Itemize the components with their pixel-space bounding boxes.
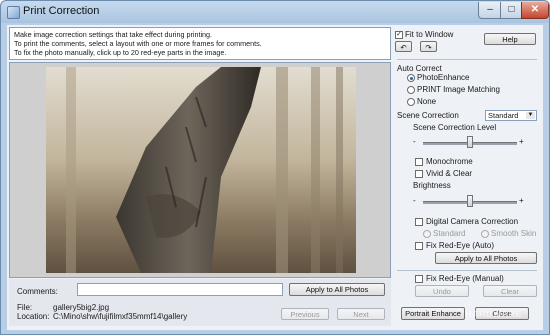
- minimize-button[interactable]: –: [478, 2, 502, 19]
- window-title: Print Correction: [23, 5, 100, 17]
- dcc-standard-radio[interactable]: [423, 230, 431, 238]
- slider-minus: -: [413, 196, 416, 205]
- vivid-clear-checkbox[interactable]: [415, 170, 423, 178]
- comments-label: Comments:: [17, 287, 58, 296]
- help-button[interactable]: Help: [484, 33, 536, 45]
- print-image-matching-label: PRINT Image Matching: [417, 85, 500, 94]
- file-label: File:: [17, 303, 33, 312]
- apply-comments-to-all-button[interactable]: Apply to All Photos: [289, 283, 385, 296]
- tree-photo-image: [46, 67, 356, 273]
- portrait-enhance-button[interactable]: Portrait Enhance: [401, 307, 465, 320]
- clear-button[interactable]: Clear: [483, 285, 537, 297]
- scene-level-label: Scene Correction Level: [413, 123, 497, 132]
- digital-camera-correction-checkbox[interactable]: [415, 218, 423, 226]
- rotate-left-icon: ↶: [400, 43, 407, 52]
- fit-to-window-checkbox[interactable]: ✓: [395, 31, 403, 39]
- comments-file-panel: Comments: Apply to All Photos File: gall…: [9, 279, 391, 326]
- scene-level-slider[interactable]: [467, 136, 473, 148]
- app-icon: [7, 6, 20, 19]
- rotate-right-button[interactable]: ↷: [420, 41, 437, 52]
- maximize-button[interactable]: □: [500, 2, 523, 19]
- dialog-body: Make image correction settings that take…: [7, 25, 543, 330]
- dcc-smooth-skin-label: Smooth Skin: [491, 229, 537, 238]
- none-label: None: [417, 97, 437, 106]
- digital-camera-correction-label: Digital Camera Correction: [426, 217, 519, 226]
- undo-button[interactable]: Undo: [415, 285, 469, 297]
- slider-plus: +: [519, 196, 524, 205]
- file-name: gallery5big2.jpg: [53, 303, 110, 312]
- instruction-line: Make image correction settings that take…: [14, 30, 213, 39]
- title-bar[interactable]: Print Correction – □ ✕: [1, 1, 549, 23]
- scene-correction-label: Scene Correction: [397, 111, 459, 120]
- instruction-line: To fix the photo manually, click up to 2…: [14, 48, 227, 58]
- apply-all-photos-button[interactable]: Apply to All Photos: [435, 252, 537, 264]
- brightness-slider[interactable]: [467, 195, 473, 207]
- comments-input[interactable]: [77, 283, 283, 296]
- divider: [397, 59, 537, 60]
- fit-to-window-label: Fit to Window: [405, 30, 454, 39]
- chevron-down-icon: ▼: [526, 112, 535, 119]
- photo-preview-panel: [9, 62, 391, 278]
- fix-redeye-manual-checkbox[interactable]: [415, 275, 423, 283]
- instructions-box: Make image correction settings that take…: [9, 27, 391, 60]
- previous-button[interactable]: Previous: [281, 308, 329, 320]
- fix-redeye-auto-checkbox[interactable]: [415, 242, 423, 250]
- dcc-smooth-skin-radio[interactable]: [481, 230, 489, 238]
- vivid-clear-label: Vivid & Clear: [426, 169, 473, 178]
- slider-minus: -: [413, 137, 416, 146]
- photoenhance-label: PhotoEnhance: [417, 73, 470, 82]
- rotate-right-icon: ↷: [425, 43, 432, 52]
- watermark-text: HARDWARE: [465, 309, 522, 319]
- brightness-label: Brightness: [413, 181, 451, 190]
- slider-plus: +: [519, 137, 524, 146]
- photo-preview[interactable]: [46, 67, 356, 273]
- scene-correction-select[interactable]: Standard ▼: [485, 110, 537, 121]
- close-window-button[interactable]: ✕: [521, 2, 549, 19]
- instruction-line: To print the comments, select a layout w…: [14, 39, 262, 49]
- dcc-standard-label: Standard: [433, 229, 466, 238]
- location-path: C:\Mino\shw\fujifilmxf35mmf14\gallery: [53, 312, 188, 321]
- photoenhance-radio[interactable]: [407, 74, 415, 82]
- rotate-left-button[interactable]: ↶: [395, 41, 412, 52]
- print-image-matching-radio[interactable]: [407, 86, 415, 94]
- none-radio[interactable]: [407, 98, 415, 106]
- location-label: Location:: [17, 312, 50, 321]
- next-button[interactable]: Next: [337, 308, 385, 320]
- monochrome-label: Monochrome: [426, 157, 473, 166]
- scene-correction-value: Standard: [488, 111, 519, 120]
- fix-redeye-auto-label: Fix Red-Eye (Auto): [426, 241, 495, 250]
- correction-settings-panel: ✓ Fit to Window ↶ ↷ Help Auto Correct Ph…: [393, 27, 541, 326]
- fix-redeye-manual-label: Fix Red-Eye (Manual): [426, 274, 504, 283]
- monochrome-checkbox[interactable]: [415, 158, 423, 166]
- print-correction-window: Print Correction – □ ✕ Make image correc…: [0, 0, 550, 335]
- auto-correct-label: Auto Correct: [397, 64, 442, 73]
- divider: [397, 270, 537, 271]
